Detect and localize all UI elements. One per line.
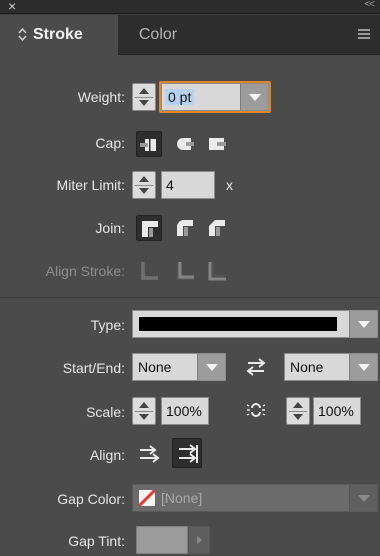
miter-limit-suffix: x (226, 177, 233, 193)
end-arrowhead-dropdown[interactable]: None (284, 353, 378, 381)
gap-tint-slider-button[interactable] (188, 526, 210, 554)
align-stroke-outside-button[interactable] (204, 258, 230, 284)
end-scale-input[interactable]: 100% (313, 397, 361, 425)
stroke-type-dropdown[interactable] (132, 310, 378, 338)
tab-color[interactable]: Color (118, 15, 198, 55)
projecting-cap-button[interactable] (204, 131, 230, 157)
arrowhead-place-at-path-end-button[interactable] (172, 438, 202, 468)
none-swatch-icon (139, 490, 155, 506)
end-scale-stepper[interactable] (286, 397, 310, 425)
collapse-panel-button[interactable]: << (364, 0, 375, 10)
align-stroke-inside-icon (177, 262, 194, 280)
stroke-panel-body: Weight: 0 pt Cap: Miter Limit: 4 x Join:… (0, 55, 380, 556)
scale-label: Scale: (86, 404, 125, 420)
miter-limit-label: Miter Limit: (56, 177, 125, 193)
gap-color-value: [None] (161, 490, 203, 506)
gap-tint-label: Gap Tint: (68, 533, 125, 549)
tab-stroke[interactable]: Stroke (0, 15, 118, 55)
chain-link-icon (246, 403, 266, 417)
align-stroke-center-button[interactable] (136, 258, 162, 284)
miter-join-icon (142, 221, 158, 237)
weight-stepper[interactable] (132, 83, 156, 111)
round-join-icon (177, 220, 193, 236)
tab-color-label: Color (138, 26, 178, 43)
solid-line-swatch (139, 317, 337, 331)
bevel-join-icon (209, 220, 225, 236)
link-scale-button[interactable] (243, 397, 269, 423)
panel-tab-bar: Stroke Color (0, 15, 380, 55)
type-label: Type: (90, 317, 125, 333)
miter-join-button[interactable] (136, 215, 162, 241)
bevel-join-button[interactable] (204, 215, 230, 241)
section-divider (0, 297, 380, 298)
start-scale-stepper[interactable] (132, 397, 156, 425)
stroke-type-dropdown-arrow[interactable] (349, 311, 377, 337)
align-stroke-label: Align Stroke: (45, 263, 125, 279)
extend-beyond-path-icon (140, 445, 160, 463)
align-stroke-center-icon (141, 262, 158, 280)
start-arrowhead-value: None (138, 359, 172, 375)
round-cap-button[interactable] (172, 131, 198, 157)
projecting-cap-icon (209, 138, 226, 150)
align-stroke-outside-icon (208, 262, 226, 281)
gap-color-dropdown[interactable]: [None] (132, 484, 378, 512)
gap-color-dropdown-arrow[interactable] (349, 485, 377, 511)
weight-label: Weight: (77, 89, 125, 105)
tab-updown-icon (18, 27, 27, 42)
butt-cap-button[interactable] (136, 131, 162, 157)
miter-limit-input[interactable]: 4 (161, 171, 215, 199)
weight-value[interactable]: 0 pt (165, 89, 195, 105)
weight-dropdown-arrow[interactable] (240, 84, 268, 110)
weight-combobox[interactable]: 0 pt (161, 83, 269, 111)
place-at-path-end-icon (179, 444, 198, 463)
tab-stroke-label: Stroke (33, 26, 83, 43)
round-join-button[interactable] (172, 215, 198, 241)
chevron-right-icon (197, 536, 202, 544)
cap-label: Cap: (95, 135, 125, 151)
start-scale-input[interactable]: 100% (161, 397, 209, 425)
start-arrowhead-dropdown-arrow[interactable] (197, 354, 225, 380)
close-panel-button[interactable]: × (8, 0, 16, 14)
align-label: Align: (89, 447, 125, 463)
end-arrowhead-value: None (290, 359, 324, 375)
end-arrowhead-dropdown-arrow[interactable] (349, 354, 377, 380)
start-end-label: Start/End: (62, 360, 125, 376)
arrowhead-extend-beyond-path-button[interactable] (136, 441, 162, 467)
panel-title-bar: × << (0, 0, 380, 14)
butt-cap-icon (140, 139, 156, 151)
gap-tint-input[interactable] (136, 526, 188, 554)
swap-arrows-icon (246, 358, 266, 376)
start-arrowhead-dropdown[interactable]: None (132, 353, 226, 381)
round-cap-icon (177, 138, 194, 150)
panel-menu-icon[interactable] (358, 29, 370, 39)
align-stroke-inside-button[interactable] (172, 258, 198, 284)
miter-limit-stepper[interactable] (132, 171, 156, 199)
swap-arrowheads-button[interactable] (243, 354, 269, 380)
gap-color-label: Gap Color: (57, 491, 125, 507)
join-label: Join: (95, 220, 125, 236)
